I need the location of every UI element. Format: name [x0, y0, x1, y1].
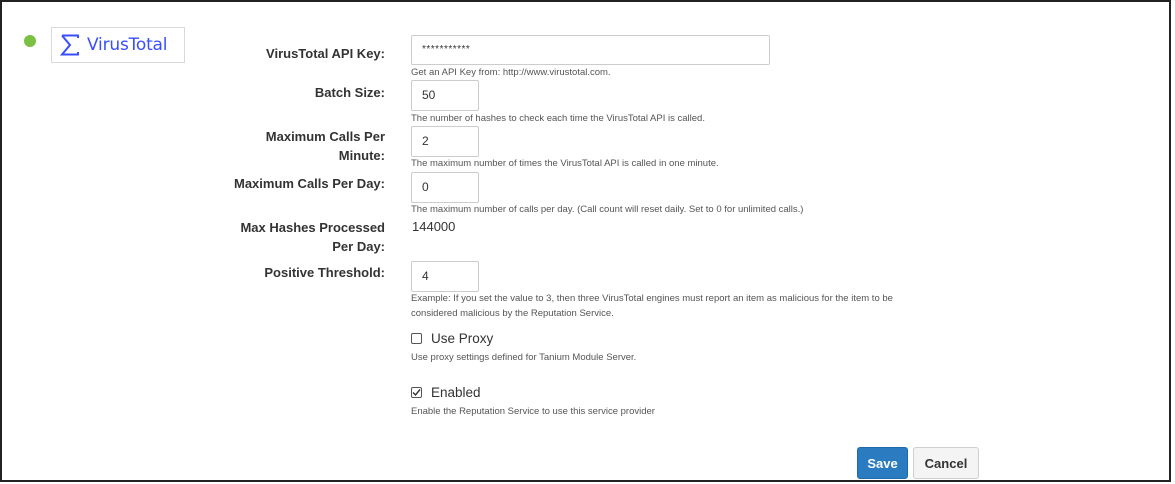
enabled-checkbox[interactable]	[411, 387, 422, 398]
provider-logo-text: VirusTotal	[87, 35, 168, 55]
use-proxy-checkbox[interactable]	[411, 333, 422, 344]
positive-threshold-input[interactable]: 4	[411, 261, 479, 292]
max-calls-minute-help: The maximum number of times the VirusTot…	[411, 158, 719, 169]
max-calls-minute-label-line2: Minute:	[338, 148, 385, 163]
cancel-button[interactable]: Cancel	[913, 447, 979, 479]
max-calls-day-help: The maximum number of calls per day. (Ca…	[411, 204, 804, 215]
positive-threshold-help: Example: If you set the value to 3, then…	[411, 291, 893, 321]
use-proxy-row[interactable]: Use Proxy	[411, 331, 493, 346]
checkmark-icon	[412, 389, 421, 397]
api-key-label: VirusTotal API Key:	[266, 46, 385, 61]
max-calls-day-label: Maximum Calls Per Day:	[233, 176, 385, 191]
max-hashes-label: Max Hashes Processed Per Day:	[240, 218, 385, 256]
api-key-help: Get an API Key from: http://www.virustot…	[411, 67, 611, 78]
enabled-label[interactable]: Enabled	[431, 385, 481, 400]
sigma-icon	[60, 34, 79, 56]
max-calls-minute-label: Maximum Calls Per Minute:	[266, 127, 385, 165]
enabled-row[interactable]: Enabled	[411, 385, 481, 400]
max-hashes-label-line2: Per Day:	[332, 239, 385, 254]
use-proxy-label[interactable]: Use Proxy	[431, 331, 493, 346]
api-key-input[interactable]: ***********	[411, 35, 770, 65]
provider-logo: VirusTotal	[51, 27, 185, 63]
batch-size-input[interactable]: 50	[411, 80, 479, 111]
use-proxy-help: Use proxy settings defined for Tanium Mo…	[411, 352, 637, 363]
batch-size-help: The number of hashes to check each time …	[411, 113, 705, 124]
max-hashes-value: 144000	[412, 219, 456, 234]
batch-size-label: Batch Size:	[314, 85, 385, 100]
enabled-help: Enable the Reputation Service to use thi…	[411, 406, 655, 417]
save-button[interactable]: Save	[857, 447, 908, 479]
positive-threshold-label: Positive Threshold:	[264, 265, 385, 280]
max-calls-day-input[interactable]: 0	[411, 172, 479, 203]
max-calls-minute-label-line1: Maximum Calls Per	[265, 129, 385, 144]
positive-threshold-help-line2: considered malicious by the Reputation S…	[411, 308, 614, 319]
max-hashes-label-line1: Max Hashes Processed	[240, 220, 385, 235]
status-indicator-icon	[24, 35, 36, 47]
max-calls-minute-input[interactable]: 2	[411, 126, 479, 157]
positive-threshold-help-line1: Example: If you set the value to 3, then…	[411, 293, 893, 304]
